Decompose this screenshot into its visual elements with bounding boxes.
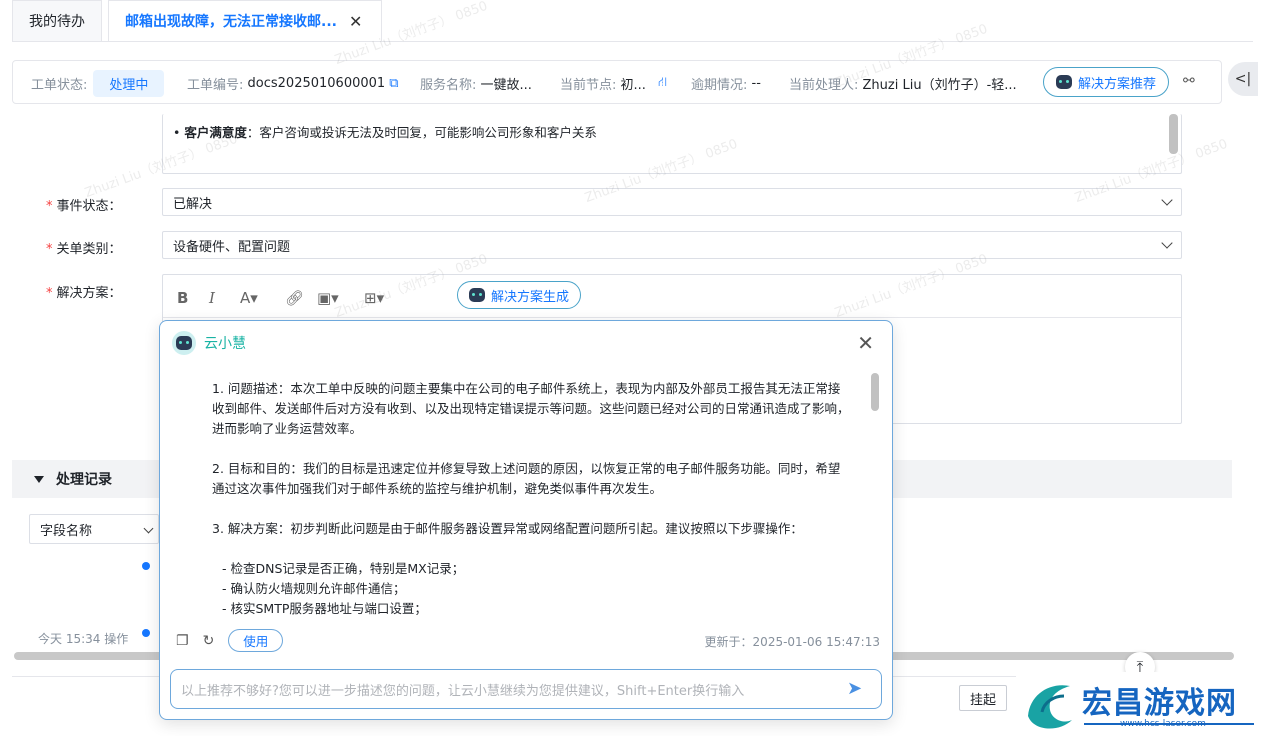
dragon-logo-icon xyxy=(1028,685,1072,729)
timeline-text: 今天 15:34 操作 xyxy=(38,632,129,646)
flow-icon[interactable]: ⛙ xyxy=(658,75,667,92)
bold-icon[interactable]: B xyxy=(177,289,188,307)
impact-text: • 客户满意度：客户咨询或投诉无法及时回复，可能影响公司形象和客户关系 xyxy=(173,125,597,140)
step-item: - 确认防火墙规则允许邮件通信； xyxy=(222,581,406,596)
impact-label: 客户满意度 xyxy=(184,125,247,140)
input-placeholder: 以上推荐不够好?您可以进一步描述您的问题，让云小慧继续为您提供建议，Shift+… xyxy=(181,683,745,699)
chat-input[interactable]: 以上推荐不够好?您可以进一步描述您的问题，让云小慧继续为您提供建议，Shift+… xyxy=(170,669,882,709)
ai-assistant-popup: 云小慧 ✕ 1. 问题描述：本次工单中反映的问题主要集中在公司的电子邮件系统上，… xyxy=(159,320,893,720)
button-label: 挂起 xyxy=(969,692,996,708)
tab-my-todo[interactable]: 我的待办 xyxy=(12,0,102,42)
link-icon[interactable]: 🔗︎ xyxy=(285,289,304,307)
overdue-value: -- xyxy=(751,75,761,91)
node-value: 初... xyxy=(620,77,646,93)
impact-content: ：客户咨询或投诉无法及时回复，可能影响公司形象和客户关系 xyxy=(246,125,597,140)
field-name-select[interactable]: 字段名称 xyxy=(29,514,159,544)
share-icon[interactable]: ⚯ xyxy=(1183,73,1195,89)
node-key: 当前节点: xyxy=(560,77,617,93)
copy-icon[interactable]: ⧉ xyxy=(389,76,398,91)
section-title: 处理记录 xyxy=(56,472,112,488)
close-icon[interactable]: ✕ xyxy=(857,331,874,355)
close-category-value: 设备硬件、配置问题 xyxy=(173,239,291,255)
status-key: 工单状态: xyxy=(31,77,88,93)
solution-generate-button[interactable]: 解决方案生成 xyxy=(457,281,581,309)
tab-label: 我的待办 xyxy=(29,14,85,30)
font-color-icon[interactable]: A▾ xyxy=(240,289,258,307)
use-button[interactable]: 使用 xyxy=(228,629,284,652)
close-category-select[interactable]: 设备硬件、配置问题 xyxy=(162,231,1182,259)
site-logo: 宏昌游戏网 www.hcs-laser.com xyxy=(1016,672,1265,736)
event-status-value: 已解决 xyxy=(173,196,213,212)
tab-ticket[interactable]: 邮箱出现故障，无法正常接收邮... ✕ xyxy=(108,0,382,42)
popup-title: 云小慧 xyxy=(204,336,246,352)
paragraph: 1. 问题描述：本次工单中反映的问题主要集中在公司的电子邮件系统上，表现为内部及… xyxy=(212,381,850,436)
step-item: - 检查DNS记录是否正确，特别是MX记录； xyxy=(222,561,465,576)
service-value: 一键故... xyxy=(480,77,532,93)
field-name-value: 字段名称 xyxy=(40,523,93,539)
divider xyxy=(12,41,1253,42)
timeline-dot xyxy=(142,629,150,637)
impact-textarea[interactable]: • 客户满意度：客户咨询或投诉无法及时回复，可能影响公司形象和客户关系 xyxy=(162,114,1182,174)
current-node: 当前节点: 初... ⛙ xyxy=(560,61,667,105)
event-status-select[interactable]: 已解决 xyxy=(162,188,1182,216)
scrollbar[interactable] xyxy=(1169,114,1178,154)
ticket-number: 工单编号: docs2025010600001 ⧉ xyxy=(187,61,398,105)
step-item: - 核实SMTP服务器地址与端口设置； xyxy=(222,601,427,615)
handler-key: 当前处理人: xyxy=(789,77,859,93)
image-icon[interactable]: ▣▾ xyxy=(317,289,339,307)
send-icon[interactable]: ➤ xyxy=(847,678,869,700)
chevron-down-icon xyxy=(1161,237,1173,249)
chevron-down-icon xyxy=(1161,194,1173,206)
close-category-label: * 关单类别： xyxy=(46,242,122,257)
table-icon[interactable]: ⊞▾ xyxy=(364,289,384,307)
caret-down-icon xyxy=(34,475,44,483)
close-icon[interactable]: ✕ xyxy=(349,12,362,31)
popup-header: 云小慧 xyxy=(172,331,246,355)
italic-icon[interactable]: I xyxy=(209,289,215,307)
ticket-value: docs2025010600001 xyxy=(247,75,386,91)
scrollbar[interactable] xyxy=(871,373,879,411)
button-label: 解决方案推荐 xyxy=(1077,76,1156,92)
overdue-key: 逾期情况: xyxy=(691,77,748,93)
solution-label: * 解决方案： xyxy=(46,286,122,301)
divider xyxy=(163,317,1181,318)
popup-actions: ❐ ↻ 使用 xyxy=(176,629,284,652)
overdue-status: 逾期情况: -- xyxy=(691,61,761,105)
solution-recommend-button[interactable]: 解决方案推荐 xyxy=(1043,67,1169,97)
chevron-down-icon xyxy=(143,523,154,534)
ticket-key: 工单编号: xyxy=(187,77,244,93)
button-label: 使用 xyxy=(243,634,269,649)
tab-bar: 我的待办 邮箱出现故障，无法正常接收邮... ✕ xyxy=(0,0,1265,42)
copy-icon[interactable]: ❐ xyxy=(176,633,189,649)
refresh-icon[interactable]: ↻ xyxy=(203,633,215,649)
tab-label: 邮箱出现故障，无法正常接收邮... xyxy=(125,14,337,30)
logo-text: 宏昌游戏网 xyxy=(1082,686,1237,721)
robot-icon xyxy=(1055,75,1072,89)
event-status-label: * 事件状态： xyxy=(46,199,122,214)
ticket-info-bar: 工单状态: 处理中 工单编号: docs2025010600001 ⧉ 服务名称… xyxy=(12,60,1222,104)
robot-icon xyxy=(468,288,485,302)
collapse-panel-icon[interactable]: <| xyxy=(1228,62,1258,96)
handler-value: Zhuzi Liu（刘竹子）-轻... xyxy=(862,77,1017,93)
paragraph: 2. 目标和目的：我们的目标是迅速定位并修复导致上述问题的原因，以恢复正常的电子… xyxy=(212,461,841,496)
service-key: 服务名称: xyxy=(420,77,477,93)
paragraph: 3. 解决方案：初步判断此问题是由于邮件服务器设置异常或网络配置问题所引起。建议… xyxy=(212,521,803,536)
service-name: 服务名称: 一键故... xyxy=(420,61,532,105)
timeline-dot xyxy=(142,562,150,570)
ticket-status: 工单状态: 处理中 xyxy=(31,61,165,105)
assistant-avatar-icon xyxy=(172,331,196,355)
status-badge: 处理中 xyxy=(93,69,165,97)
popup-content: 1. 问题描述：本次工单中反映的问题主要集中在公司的电子邮件系统上，表现为内部及… xyxy=(212,379,852,615)
logo-url: www.hcs-laser.com xyxy=(1120,719,1206,729)
button-label: 解决方案生成 xyxy=(490,289,569,305)
hangup-button[interactable]: 挂起 xyxy=(959,685,1007,711)
current-handler: 当前处理人: Zhuzi Liu（刘竹子）-轻... xyxy=(789,61,1017,105)
updated-time: 更新于：2025-01-06 15:47:13 xyxy=(704,635,880,649)
